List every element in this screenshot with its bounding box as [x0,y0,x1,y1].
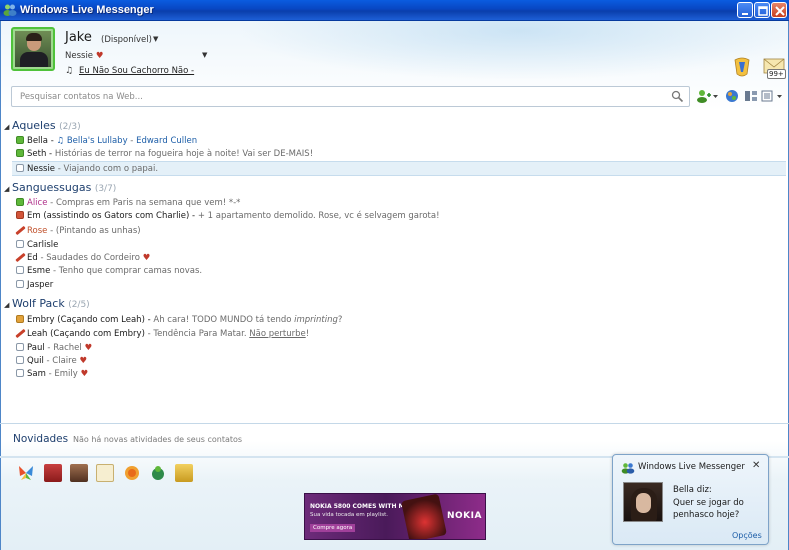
app-tile-red-icon[interactable] [44,464,62,482]
contact-avatar [623,482,663,522]
contact-row[interactable]: Ed - Saudades do Cordeiro ♥ [16,253,150,266]
status-online-icon [16,198,24,206]
ad-brand: NOKIA [447,511,482,521]
status-offline-icon [16,343,24,351]
windows-live-butterfly-icon[interactable] [17,464,35,482]
status-offline-icon [16,369,24,377]
group-header-wolf-pack[interactable]: ◢ Wolf Pack (2/5) [4,297,90,310]
toast-message: Quer se jogar do penhasco hoje? [673,498,744,520]
divider [0,423,789,424]
heart-icon: ♥ [79,356,88,366]
add-contact-icon[interactable] [696,89,712,103]
status-away-icon [16,315,24,323]
layout-icon[interactable] [743,89,759,103]
app-tile-globe-icon[interactable] [123,464,141,482]
status-blocked-icon [16,226,24,235]
status-online-icon [16,136,24,144]
close-button[interactable] [771,2,787,18]
maximize-button[interactable] [754,2,770,18]
messenger-buddies-icon [621,463,635,474]
window-title: Windows Live Messenger [20,4,154,16]
status-online-icon [16,149,24,157]
title-bar: Windows Live Messenger [0,0,789,21]
contact-row[interactable]: Nessie - Viajando com o papai. [16,164,158,177]
status-offline-icon [16,280,24,288]
contact-row[interactable]: Bella - ♫ Bella's Lullaby - Edward Culle… [16,136,197,149]
search-icon[interactable] [671,90,684,103]
search-placeholder: Pesquisar contatos na Web... [20,92,143,102]
options-icon[interactable] [760,89,776,103]
collapse-triangle-icon[interactable]: ◢ [4,185,12,193]
heart-icon: ♥ [80,369,89,379]
notification-toast[interactable]: Windows Live Messenger ✕ Bella diz: Quer… [612,454,769,545]
music-note-icon: ♫ [65,66,74,76]
app-tile-yellow-icon[interactable] [175,464,193,482]
minimize-icon [742,13,748,15]
collapse-triangle-icon[interactable]: ◢ [4,301,12,309]
contact-row[interactable]: Leah (Caçando com Embry) - Tendência Par… [16,329,309,342]
messenger-buddies-icon [3,4,17,16]
status-busy-icon [16,211,24,219]
status-blocked-icon [16,329,24,338]
contact-row[interactable]: Alice - Compras em Paris na semana que v… [16,198,240,211]
windows-live-shield-icon[interactable] [731,56,753,78]
contact-row[interactable]: Jasper [16,280,53,293]
status-offline-icon [16,164,24,172]
collapse-triangle-icon[interactable]: ◢ [4,123,12,131]
display-name[interactable]: Jake [65,30,92,45]
status-offline-icon [16,356,24,364]
contact-row[interactable]: Em (assistindo os Gators com Charlie) - … [16,211,439,224]
chevron-down-icon[interactable]: ▼ [153,35,158,43]
maximize-icon [758,6,768,16]
contact-row[interactable]: Rose - (Pintando as unhas) [16,226,141,239]
group-header-sanguessugas[interactable]: ◢ Sanguessugas (3/7) [4,181,116,194]
toast-title: Windows Live Messenger [638,462,745,472]
close-icon[interactable]: ✕ [752,460,760,471]
avatar[interactable] [11,27,55,71]
contact-row[interactable]: Quil - Claire ♥ [16,356,87,369]
app-tile-green-icon[interactable] [149,464,167,482]
status-selector[interactable]: (Disponível) [101,35,152,45]
contact-row[interactable]: Seth - Histórias de terror na fogueira h… [16,149,313,162]
heart-icon: ♥ [142,253,151,263]
status-offline-icon [16,240,24,248]
contact-row[interactable]: Paul - Rachel ♥ [16,343,92,356]
contact-row[interactable]: Sam - Emily ♥ [16,369,88,382]
status-offline-icon [16,266,24,274]
chevron-down-icon[interactable] [776,89,783,103]
minimize-button[interactable] [737,2,753,18]
contact-row[interactable]: Esme - Tenho que comprar camas novas. [16,266,202,279]
news-title[interactable]: Novidades [13,433,68,445]
avatar-picture [15,31,51,67]
group-header-aqueles[interactable]: ◢ Aqueles (2/3) [4,119,81,132]
contact-row[interactable]: Carlisle [16,240,58,253]
phone-image [401,494,447,539]
app-tile-photo-icon[interactable] [70,464,88,482]
unread-mail-badge: 99+ [767,69,786,79]
news-text: Não há novas atividades de seus contatos [73,435,243,444]
contact-row[interactable]: Embry (Caçando com Leah) - Ah cara! TODO… [16,315,342,328]
app-tile-game-icon[interactable] [96,464,114,482]
now-playing-link[interactable]: Eu Não Sou Cachorro Não - [79,66,194,76]
toast-options-link[interactable]: Opções [732,531,762,540]
heart-icon: ♥ [84,343,93,353]
search-input[interactable]: Pesquisar contatos na Web... [11,86,690,107]
personal-message[interactable]: Nessie ♥ [65,51,103,61]
ad-subtext: Sua vida tocada em playlist. [310,512,388,518]
chevron-down-icon[interactable] [712,89,719,103]
advertisement-banner[interactable]: NOKIA 5800 COMES WITH MUSIC Sua vida toc… [304,493,486,540]
ad-cta[interactable]: Compre agora [310,524,356,532]
heart-icon: ♥ [95,51,104,61]
close-icon [775,6,785,16]
toast-sender: Bella diz: [673,485,712,495]
games-icon[interactable] [724,89,740,103]
chevron-down-icon[interactable]: ▼ [202,51,207,59]
status-blocked-icon [16,253,24,262]
music-note-icon: ♫ [56,136,65,146]
